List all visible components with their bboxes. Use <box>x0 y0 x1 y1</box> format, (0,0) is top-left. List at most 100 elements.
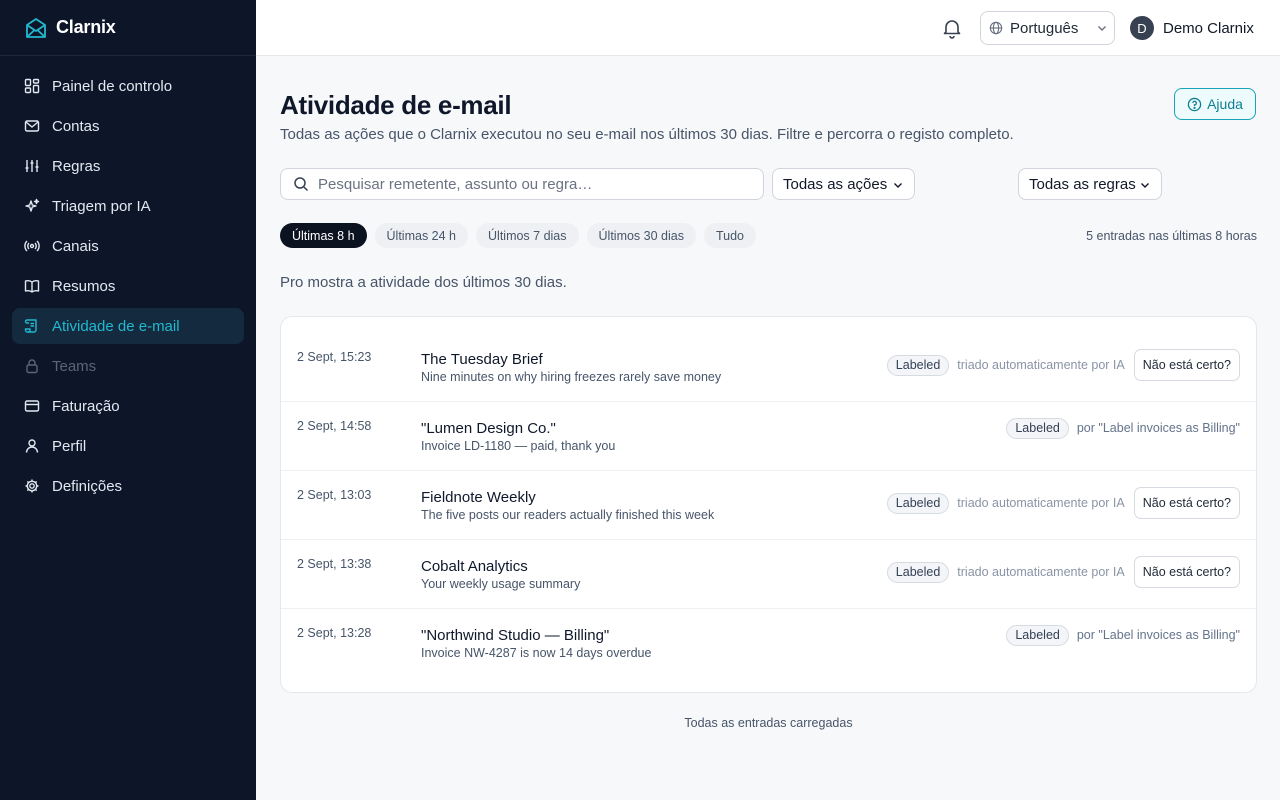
sidebar-item-label: Resumos <box>52 277 116 295</box>
rules-select[interactable]: Todas as regras <box>1018 168 1162 200</box>
sidebar-item-summaries[interactable]: Resumos <box>12 268 244 304</box>
list-item: 2 Sept, 13:03 Fieldnote Weekly The five … <box>281 471 1256 540</box>
scroll-icon <box>24 319 37 333</box>
globe-icon <box>989 21 1003 35</box>
sidebar-item-label: Regras <box>52 157 101 175</box>
sidebar-item-profile[interactable]: Perfil <box>12 428 244 464</box>
sidebar-item-ai-triage[interactable]: Triagem por IA <box>12 188 244 224</box>
chevron-down-icon <box>1141 183 1149 188</box>
topbar: Português D Demo Clarnix <box>256 0 1280 56</box>
not-right-button[interactable]: Não está certo? <box>1133 556 1240 588</box>
credit-card-icon <box>24 400 40 412</box>
pill-all[interactable]: Tudo <box>703 223 756 248</box>
sidebar-item-channels[interactable]: Canais <box>12 228 244 264</box>
sidebar: Clarnix Painel de controlo Contas Regras… <box>0 0 256 800</box>
list-item: 2 Sept, 14:58 "Lumen Design Co." Invoice… <box>281 402 1256 471</box>
sidebar-item-label: Definições <box>52 477 123 495</box>
language-value: Português <box>1010 19 1079 37</box>
book-icon <box>24 280 40 293</box>
help-button[interactable]: Ajuda <box>1174 88 1256 120</box>
entry-count: 5 entradas nas últimas 8 horas <box>1086 229 1257 243</box>
sidebar-item-label: Faturação <box>52 397 120 415</box>
pill-last-7-days[interactable]: Últimos 7 dias <box>476 223 579 248</box>
entry-time: 2 Sept, 13:28 <box>297 626 372 640</box>
sidebar-item-label: Painel de controlo <box>52 77 173 95</box>
search-icon <box>294 177 309 192</box>
dashboard-icon <box>24 78 40 94</box>
entry-action: Labeled por "Label invoices as Billing" <box>1006 617 1240 653</box>
not-right-button[interactable]: Não está certo? <box>1133 349 1240 381</box>
user-name: Demo Clarnix <box>1163 19 1254 37</box>
sidebar-item-teams[interactable]: Teams <box>12 348 244 384</box>
entry-time: 2 Sept, 15:23 <box>297 350 372 364</box>
sidebar-item-label: Canais <box>52 237 99 255</box>
entry-time: 2 Sept, 13:38 <box>297 557 372 571</box>
search-input[interactable] <box>318 175 738 193</box>
entry-sender: Cobalt Analytics <box>421 558 528 575</box>
sparkles-icon <box>25 198 40 212</box>
action-badge: Labeled <box>1006 417 1069 439</box>
activity-list: 2 Sept, 15:23 The Tuesday Brief Nine min… <box>280 316 1257 693</box>
entry-action: Labeled por "Label invoices as Billing" <box>1006 410 1240 446</box>
actions-select[interactable]: Todas as ações <box>772 168 915 200</box>
entry-subject: The five posts our readers actually fini… <box>421 508 715 522</box>
help-label: Ajuda <box>1207 96 1243 112</box>
pill-last-24h[interactable]: Últimas 24 h <box>374 223 469 248</box>
chevron-down-icon <box>1098 26 1106 31</box>
pill-last-30-days[interactable]: Últimos 30 dias <box>586 223 696 248</box>
language-select[interactable]: Português <box>980 11 1115 45</box>
entry-sender: "Northwind Studio — Billing" <box>421 627 610 644</box>
sidebar-item-label: Triagem por IA <box>52 197 151 215</box>
actions-select-value: Todas as ações <box>783 175 888 193</box>
entry-time: 2 Sept, 14:58 <box>297 419 372 433</box>
pill-last-8h[interactable]: Últimas 8 h <box>280 223 367 248</box>
entry-subject: Invoice NW-4287 is now 14 days overdue <box>421 646 652 660</box>
entry-subject: Nine minutes on why hiring freezes rarel… <box>421 370 722 384</box>
sidebar-item-billing[interactable]: Faturação <box>12 388 244 424</box>
sidebar-item-label: Contas <box>52 117 100 135</box>
entry-sender: "Lumen Design Co." <box>421 420 556 437</box>
sidebar-item-email-activity[interactable]: Atividade de e-mail <box>12 308 244 344</box>
sidebar-item-dashboard[interactable]: Painel de controlo <box>12 68 244 104</box>
sliders-icon <box>25 160 39 172</box>
gear-icon <box>25 479 39 493</box>
entry-subject: Your weekly usage summary <box>421 577 581 591</box>
action-badge: Labeled <box>1006 624 1069 646</box>
entry-subject: Invoice LD-1180 — paid, thank you <box>421 439 616 453</box>
avatar: D <box>1130 16 1154 40</box>
rules-select-value: Todas as regras <box>1029 175 1136 193</box>
action-badge: Labeled <box>886 492 950 514</box>
mail-icon <box>24 120 40 132</box>
action-note: triado automaticamente por IA <box>957 496 1125 510</box>
entry-action: Labeled triado automaticamente por IA Nã… <box>886 487 1240 519</box>
page-subtitle: Todas as ações que o Clarnix executou no… <box>280 126 1014 143</box>
bell-icon[interactable] <box>940 16 964 40</box>
list-footer: Todas as entradas carregadas <box>684 716 853 730</box>
sidebar-item-settings[interactable]: Definições <box>12 468 244 504</box>
not-right-button[interactable]: Não está certo? <box>1133 487 1240 519</box>
entry-action: Labeled triado automaticamente por IA Nã… <box>886 556 1240 588</box>
sidebar-item-rules[interactable]: Regras <box>12 148 244 184</box>
action-badge: Labeled <box>886 561 950 583</box>
entry-time: 2 Sept, 13:03 <box>297 488 372 502</box>
sidebar-item-accounts[interactable]: Contas <box>12 108 244 144</box>
lock-icon <box>26 359 38 374</box>
brand[interactable]: Clarnix <box>0 0 256 56</box>
list-item: 2 Sept, 15:23 The Tuesday Brief Nine min… <box>281 333 1256 402</box>
sidebar-item-label: Perfil <box>52 437 87 455</box>
sidebar-item-label: Teams <box>52 357 97 375</box>
user-menu[interactable]: D Demo Clarnix <box>1130 16 1254 40</box>
action-note: por "Label invoices as Billing" <box>1076 421 1240 435</box>
time-range-pills: Últimas 8 h Últimas 24 h Últimos 7 dias … <box>280 223 764 248</box>
action-note: triado automaticamente por IA <box>957 565 1125 579</box>
pro-note: Pro mostra a atividade dos últimos 30 di… <box>280 274 567 291</box>
search-box <box>280 168 764 200</box>
chevron-down-icon <box>894 183 902 188</box>
entry-action: Labeled triado automaticamente por IA Nã… <box>886 349 1240 381</box>
sidebar-nav: Painel de controlo Contas Regras Triagem… <box>0 56 256 504</box>
action-note: triado automaticamente por IA <box>957 358 1125 372</box>
action-badge: Labeled <box>886 354 950 376</box>
mail-logo-icon <box>26 17 46 38</box>
list-item: 2 Sept, 13:38 Cobalt Analytics Your week… <box>281 540 1256 609</box>
entry-sender: The Tuesday Brief <box>421 351 543 368</box>
